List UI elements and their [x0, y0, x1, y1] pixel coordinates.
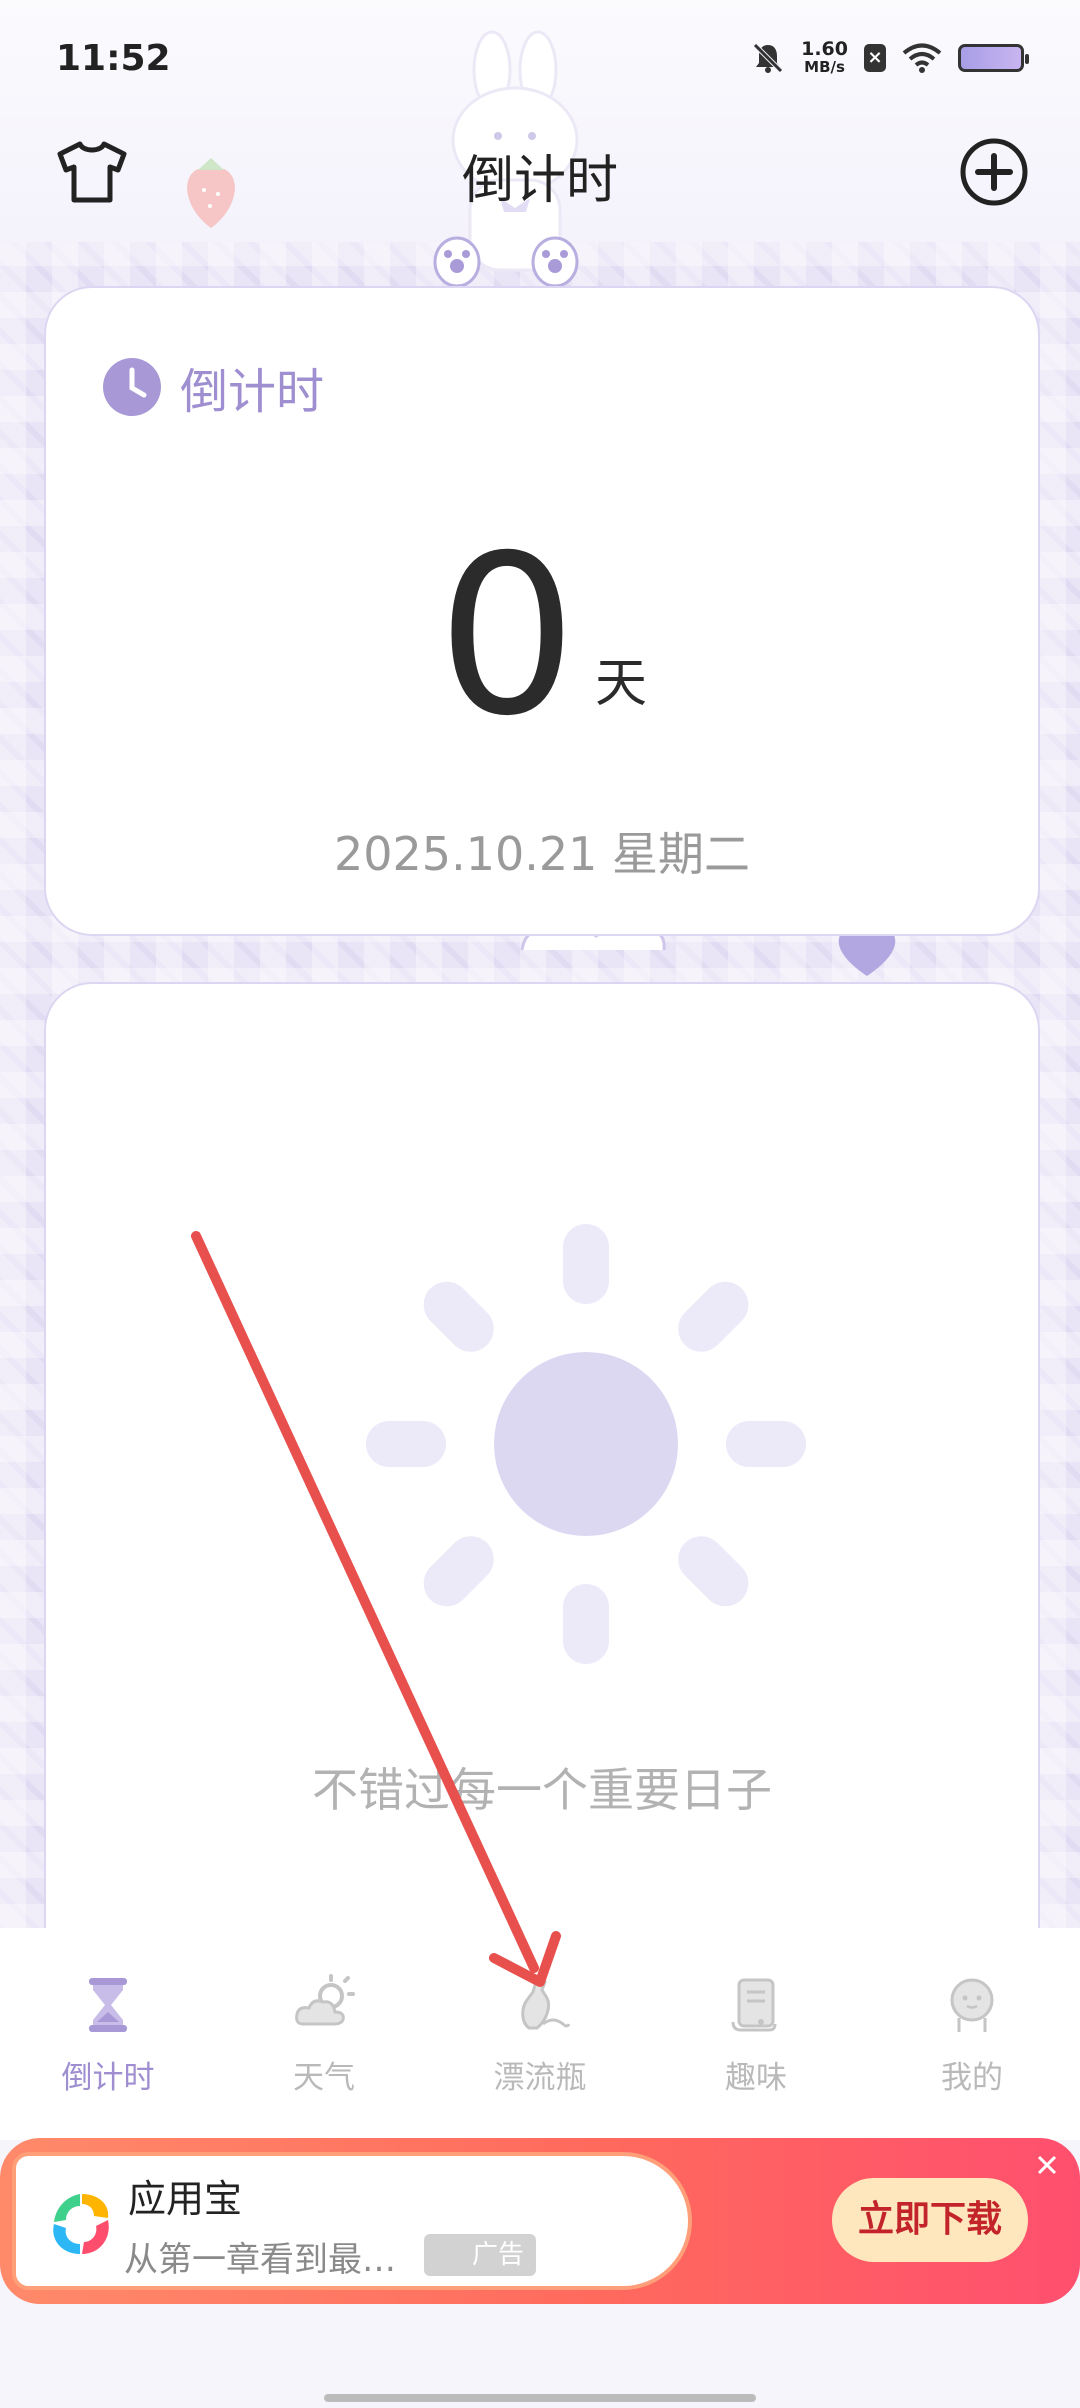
bunny-paw-right-icon	[531, 236, 579, 288]
status-time: 11:52	[56, 38, 171, 79]
ad-title: 应用宝	[128, 2177, 243, 2221]
tab-drift-bottle-label: 漂流瓶	[493, 2060, 587, 2096]
days-display: 0天	[46, 526, 1038, 746]
tab-countdown-label: 倒计时	[61, 2060, 155, 2096]
wifi-icon	[902, 43, 942, 73]
network-speed-unit: MB/s	[804, 58, 845, 76]
tab-weather-label: 天气	[293, 2060, 355, 2096]
countdown-card-header: 倒计时	[102, 352, 324, 422]
network-speed: 1.60 MB/s	[801, 38, 848, 77]
sun-icon	[366, 1224, 806, 1664]
bottle-icon	[521, 1975, 571, 2030]
bunny-paw-left-icon	[433, 236, 481, 288]
countdown-screen: 11:52 1.60 MB/s × 倒计时 倒计时 0 天 2025.10.21…	[0, 0, 1080, 2408]
tab-drift-bottle[interactable]: 漂流瓶	[432, 1928, 648, 2140]
download-button[interactable]: 立即下载	[832, 2178, 1028, 2262]
ad-banner[interactable]: 应用宝 从第一章看到最… 广告 立即下载	[0, 2138, 1080, 2304]
battery-icon	[958, 44, 1029, 72]
network-speed-value: 1.60	[801, 38, 848, 60]
tab-countdown[interactable]: 倒计时	[0, 1928, 216, 2140]
weather-icon	[295, 1974, 355, 2026]
page-title: 倒计时	[461, 151, 618, 211]
app-store-logo-icon	[53, 2194, 109, 2254]
home-indicator	[324, 2394, 756, 2402]
days-value: 0	[437, 508, 577, 764]
status-icons: 1.60 MB/s ×	[751, 38, 1029, 77]
countdown-card-label: 倒计时	[180, 364, 325, 420]
days-unit: 天	[594, 654, 647, 714]
close-icon[interactable]	[1032, 2150, 1062, 2180]
bottom-tab-bar: 倒计时 天气 漂流瓶 趣味 我的	[0, 1928, 1080, 2140]
ad-description: 从第一章看到最…	[124, 2240, 396, 2280]
tab-profile[interactable]: 我的	[864, 1928, 1080, 2140]
x-badge-icon: ×	[864, 44, 886, 72]
ad-tag: 广告	[424, 2234, 536, 2276]
clock-icon	[103, 358, 161, 416]
target-date: 2025.10.21 星期二	[334, 827, 750, 881]
tab-profile-label: 我的	[941, 2060, 1003, 2096]
empty-state-card: 不错过每一个重要日子	[44, 982, 1040, 1982]
countdown-card[interactable]: 倒计时 0天 2025.10.21 星期二	[44, 286, 1040, 936]
tab-fun[interactable]: 趣味	[648, 1928, 864, 2140]
bell-muted-icon	[753, 43, 783, 73]
tab-fun-label: 趣味	[725, 2060, 787, 2096]
ad-content[interactable]: 应用宝 从第一章看到最… 广告	[12, 2152, 692, 2290]
profile-face-icon	[950, 1978, 994, 2032]
scroll-icon	[731, 1978, 777, 2032]
add-circle-icon[interactable]	[958, 136, 1030, 208]
tab-weather[interactable]: 天气	[216, 1928, 432, 2140]
hourglass-icon	[89, 1978, 127, 2032]
empty-state-slogan: 不错过每一个重要日子	[312, 1763, 772, 1817]
